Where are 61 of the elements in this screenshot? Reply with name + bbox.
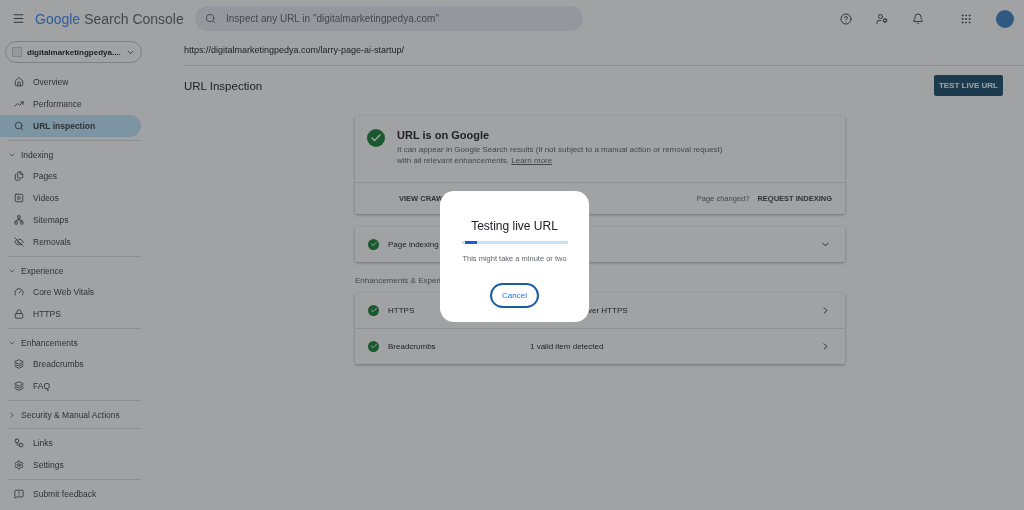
check-icon (368, 340, 379, 352)
sidebar-item[interactable]: Pages (0, 165, 141, 187)
nav-icon (14, 121, 24, 131)
help-icon[interactable] (840, 12, 852, 25)
search-field[interactable]: Inspect any URL in "digitalmarketingpedya.com" (195, 6, 583, 31)
test-live-url-button[interactable]: TEST LIVE URL (933, 75, 1003, 96)
section-header[interactable]: Indexing (0, 144, 150, 165)
search-icon (205, 13, 216, 24)
product-name: Search Console (84, 10, 184, 27)
nav-icon (14, 359, 24, 369)
check-icon (367, 129, 385, 147)
nav-icon (14, 381, 24, 391)
nav-icon (14, 287, 24, 297)
section-header[interactable]: Enhancements (0, 332, 150, 353)
row-label: Page indexing (388, 239, 439, 249)
nav-icon (14, 438, 24, 448)
avatar[interactable] (996, 9, 1014, 28)
nav-icon (14, 309, 24, 319)
section-heading: Enhancements & Experi (355, 275, 441, 285)
section-header[interactable]: Experience (0, 260, 150, 281)
bell-icon[interactable] (912, 12, 924, 25)
apps-grid-icon[interactable] (960, 12, 972, 25)
menu-icon[interactable] (12, 12, 25, 25)
check-icon (368, 238, 379, 250)
section-header[interactable]: Security & Manual Actions (0, 404, 150, 425)
nav-icon (14, 215, 24, 225)
row-status: 1 valid item detected (530, 341, 604, 351)
check-icon (368, 304, 379, 316)
nav-icon (14, 77, 24, 87)
nav-icon (14, 171, 24, 181)
nav-icon (14, 99, 24, 109)
status-title: URL is on Google (397, 129, 491, 141)
sidebar-item[interactable]: Breadcrumbs (0, 353, 141, 375)
sidebar-item[interactable]: Sitemaps (0, 209, 141, 231)
sidebar-item[interactable]: URL inspection (0, 115, 141, 137)
sidebar-item[interactable]: Submit feedback (0, 483, 141, 505)
sidebar-item[interactable]: Removals (0, 231, 141, 253)
learn-more-link[interactable]: Learn more (511, 155, 553, 165)
favicon-icon (12, 47, 22, 57)
nav-icon (14, 193, 24, 203)
nav-icon (14, 237, 24, 247)
sidebar-item[interactable]: HTTPS (0, 303, 141, 325)
status-description: It can appear in Google Search results (if not subject to a manual action or removal request) with all relevant enhancements. Learn more (397, 145, 724, 167)
caret-icon (8, 410, 16, 419)
sidebar-item[interactable]: Overview (0, 71, 141, 93)
nav-icon (14, 460, 24, 470)
row-label: Breadcrumbs (388, 341, 436, 351)
row-label: HTTPS (388, 305, 415, 315)
sidebar-item[interactable]: FAQ (0, 375, 141, 397)
sidebar-item[interactable]: Videos (0, 187, 141, 209)
inspected-url: https://digitalmarketingpedya.com/larry-page-ai-startup/ (184, 37, 1024, 66)
user-gear-icon[interactable] (876, 12, 888, 25)
logo-wordmark: Google (35, 10, 81, 27)
sidebar-item[interactable]: Core Web Vitals (0, 281, 141, 303)
sidebar-item[interactable]: Performance (0, 93, 141, 115)
sidebar-item[interactable]: Links (0, 432, 141, 454)
cancel-button[interactable]: Cancel (490, 283, 539, 308)
row-status: ver HTTPS (588, 305, 628, 315)
page-title: URL Inspection (184, 79, 263, 92)
sidebar-item[interactable]: Settings (0, 454, 141, 476)
nav-icon (14, 489, 24, 499)
